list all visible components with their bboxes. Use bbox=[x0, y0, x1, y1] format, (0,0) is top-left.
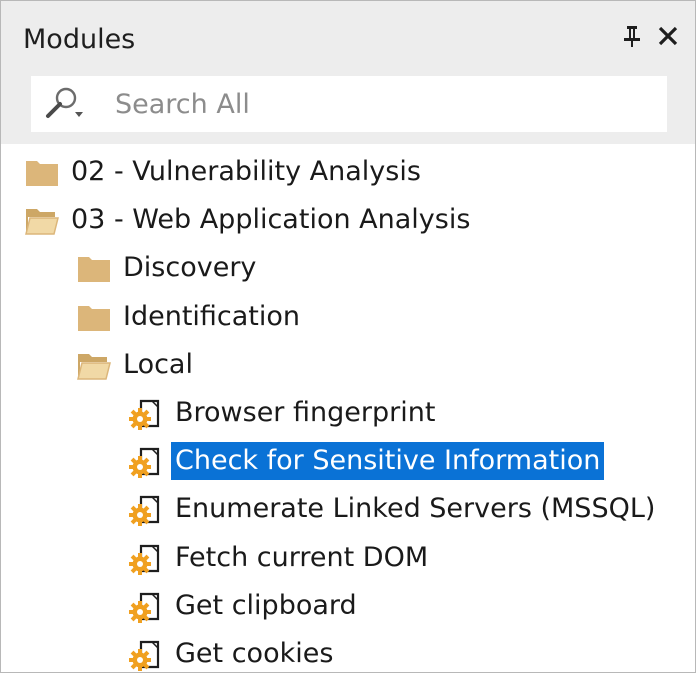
search-box[interactable] bbox=[31, 76, 667, 132]
tree-node-label: Fetch current DOM bbox=[175, 541, 429, 573]
modules-panel: Modules Search All 02 - Vulnerability An… bbox=[0, 0, 696, 673]
module-icon bbox=[129, 446, 163, 479]
tree-node[interactable]: Fetch current DOM bbox=[129, 538, 428, 578]
tree-node[interactable]: Check for Sensitive Information bbox=[129, 441, 605, 481]
folder-closed-icon bbox=[77, 253, 111, 283]
search-bar bbox=[1, 64, 695, 144]
module-icon bbox=[129, 494, 163, 527]
tree-node[interactable]: Enumerate Linked Servers (MSSQL) bbox=[129, 489, 655, 529]
module-icon bbox=[129, 398, 163, 430]
folder-closed-icon bbox=[77, 302, 111, 332]
tree-node-label: Browser fingerprint bbox=[175, 397, 436, 428]
tree-node-label: Enumerate Linked Servers (MSSQL) bbox=[175, 493, 656, 525]
pin-icon[interactable] bbox=[617, 21, 647, 51]
tree-node[interactable]: Discovery bbox=[77, 248, 256, 288]
close-icon[interactable] bbox=[653, 21, 683, 51]
tree-node-label: Get cookies bbox=[175, 638, 334, 669]
tree-node-label: Identification bbox=[123, 300, 301, 332]
tree-node-label: 02 - Vulnerability Analysis bbox=[71, 156, 421, 187]
tree-node[interactable]: Get cookies bbox=[129, 634, 334, 672]
tree-node-label: 03 - Web Application Analysis bbox=[71, 204, 471, 236]
tree-node-label: Get clipboard bbox=[175, 589, 357, 621]
tree-node-label: Discovery bbox=[123, 252, 257, 284]
tree-node-label: Local bbox=[123, 348, 193, 380]
module-tree: 02 - Vulnerability Analysis 03 - Web Appl… bbox=[1, 144, 695, 672]
panel-titlebar: Modules bbox=[1, 1, 695, 64]
tree-node[interactable]: 03 - Web Application Analysis bbox=[25, 200, 470, 240]
folder-open-icon bbox=[25, 205, 59, 235]
tree-node[interactable]: Local bbox=[77, 345, 193, 385]
folder-closed-icon bbox=[25, 157, 59, 187]
panel-title: Modules bbox=[23, 24, 136, 55]
search-input[interactable] bbox=[115, 84, 655, 124]
module-icon bbox=[129, 639, 163, 671]
tree-node[interactable]: Get clipboard bbox=[129, 586, 357, 626]
search-icon[interactable] bbox=[41, 84, 87, 124]
tree-node-label: Check for Sensitive Information bbox=[171, 442, 605, 481]
tree-node[interactable]: 02 - Vulnerability Analysis bbox=[25, 152, 421, 192]
folder-open-icon bbox=[77, 350, 111, 380]
tree-node[interactable]: Browser fingerprint bbox=[129, 393, 435, 433]
tree-node[interactable]: Identification bbox=[77, 297, 300, 337]
module-icon bbox=[129, 543, 163, 575]
module-icon bbox=[129, 591, 163, 623]
